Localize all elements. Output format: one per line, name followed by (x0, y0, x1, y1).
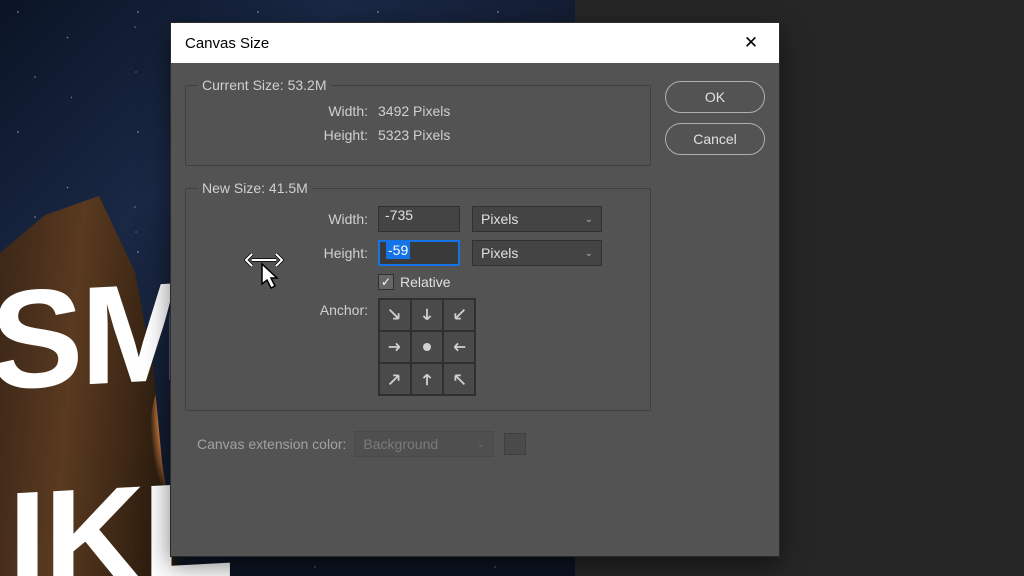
close-icon: ✕ (744, 33, 758, 53)
background-text-1: SM (0, 250, 194, 423)
anchor-top-right[interactable] (443, 299, 475, 331)
checkbox-icon: ✓ (378, 274, 394, 290)
anchor-bottom-center[interactable] (411, 363, 443, 395)
close-button[interactable]: ✕ (737, 29, 765, 57)
current-size-legend: Current Size: 53.2M (198, 77, 331, 93)
canvas-extension-value: Background (363, 436, 438, 452)
canvas-extension-row: Canvas extension color: Background ⌄ (185, 425, 651, 463)
new-width-input[interactable]: -735 (378, 206, 460, 232)
anchor-middle-left[interactable] (379, 331, 411, 363)
new-height-unit-select[interactable]: Pixels ⌄ (472, 240, 602, 266)
canvas-extension-select: Background ⌄ (354, 431, 494, 457)
new-height-unit-value: Pixels (481, 245, 518, 261)
new-size-group: New Size: 41.5M Width: -735 Pixels ⌄ Hei… (185, 180, 651, 411)
anchor-grid (378, 298, 476, 396)
current-width-value: 3492 Pixels (378, 103, 450, 119)
chevron-down-icon: ⌄ (477, 439, 485, 450)
anchor-center[interactable] (411, 331, 443, 363)
current-height-value: 5323 Pixels (378, 127, 450, 143)
chevron-down-icon: ⌄ (585, 214, 593, 225)
current-size-group: Current Size: 53.2M Width: 3492 Pixels H… (185, 77, 651, 166)
new-height-label: Height: (198, 245, 378, 261)
dialog-titlebar[interactable]: Canvas Size ✕ (171, 23, 779, 63)
relative-label: Relative (400, 274, 451, 290)
anchor-middle-right[interactable] (443, 331, 475, 363)
canvas-extension-label: Canvas extension color: (197, 436, 346, 452)
new-height-input[interactable]: -59 (378, 240, 460, 266)
current-width-label: Width: (198, 103, 378, 119)
ok-button[interactable]: OK (665, 81, 765, 113)
anchor-label: Anchor: (198, 298, 378, 396)
canvas-extension-swatch (504, 433, 526, 455)
new-size-legend: New Size: 41.5M (198, 180, 312, 196)
chevron-down-icon: ⌄ (585, 248, 593, 259)
new-width-label: Width: (198, 211, 378, 227)
anchor-bottom-left[interactable] (379, 363, 411, 395)
cancel-button[interactable]: Cancel (665, 123, 765, 155)
anchor-top-center[interactable] (411, 299, 443, 331)
anchor-bottom-right[interactable] (443, 363, 475, 395)
dialog-title: Canvas Size (185, 35, 737, 52)
new-width-unit-value: Pixels (481, 211, 518, 227)
anchor-center-dot-icon (423, 343, 431, 351)
canvas-size-dialog: Canvas Size ✕ Current Size: 53.2M Width:… (170, 22, 780, 557)
current-height-label: Height: (198, 127, 378, 143)
relative-checkbox[interactable]: ✓ Relative (378, 274, 451, 290)
anchor-top-left[interactable] (379, 299, 411, 331)
new-width-unit-select[interactable]: Pixels ⌄ (472, 206, 602, 232)
